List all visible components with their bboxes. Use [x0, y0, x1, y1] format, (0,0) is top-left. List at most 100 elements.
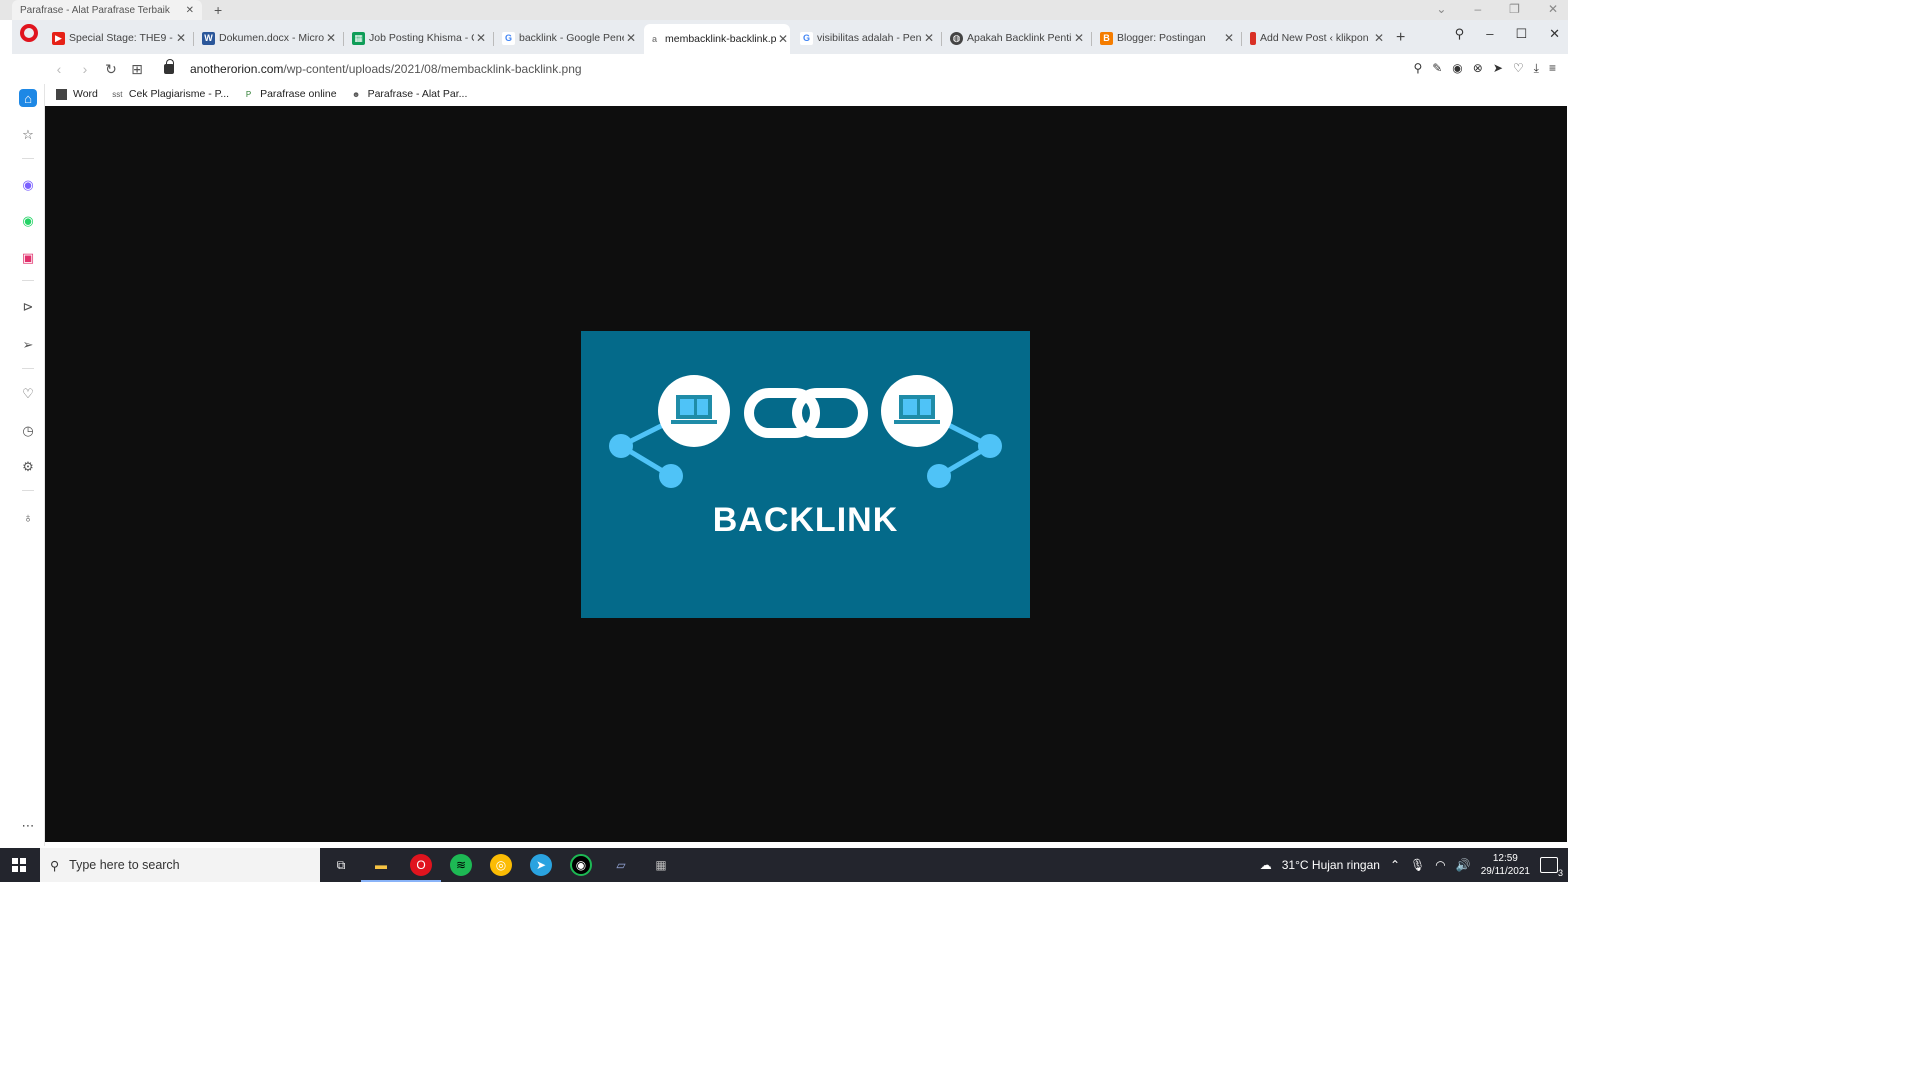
file-explorer-icon[interactable]: ▬ — [361, 854, 401, 882]
tab-sheets[interactable]: ▦ Job Posting Khisma - Go ✕ — [348, 26, 488, 50]
search-icon[interactable]: ⚲ — [1455, 26, 1465, 42]
sst-icon: sst — [112, 89, 123, 99]
close-icon[interactable]: ✕ — [624, 31, 638, 45]
edit-icon[interactable]: ✎ — [1432, 61, 1442, 76]
notepad-icon[interactable]: ▱ — [610, 854, 632, 876]
close-icon[interactable]: ✕ — [1072, 31, 1086, 45]
backlink-image[interactable]: BACKLINK — [581, 331, 1030, 618]
bookmark-label: Parafrase online — [260, 88, 337, 100]
forward-icon[interactable]: › — [72, 61, 98, 77]
new-tab-icon[interactable]: + — [214, 2, 222, 18]
close-icon[interactable]: ✕ — [1372, 31, 1386, 45]
close-icon[interactable]: ✕ — [1549, 26, 1560, 42]
send-icon[interactable]: ➢ — [19, 336, 37, 354]
background-window-strip: Parafrase - Alat Parafrase Terbaik ✕ + ⌄… — [0, 0, 1568, 20]
whatsapp-icon[interactable]: ◉ — [19, 212, 37, 230]
more-icon[interactable]: ⋯ — [19, 817, 37, 835]
background-tab[interactable]: Parafrase - Alat Parafrase Terbaik ✕ — [12, 0, 202, 20]
close-icon[interactable]: ✕ — [1548, 2, 1558, 16]
bookmark-parafrase-online[interactable]: P Parafrase online — [243, 88, 337, 100]
tab-youtube[interactable]: ▶ Special Stage: THE9 - "D ✕ — [48, 26, 188, 50]
tab-bar: ▶ Special Stage: THE9 - "D ✕ W Dokumen.d… — [12, 20, 1568, 54]
bookmarks-bar: Word sst Cek Plagiarisme - P... P Parafras… — [46, 82, 1568, 106]
camera-icon[interactable]: ◉ — [1452, 61, 1462, 76]
tab-google-backlink[interactable]: G backlink - Google Peneli ✕ — [498, 26, 638, 50]
opera-icon[interactable]: O — [401, 854, 441, 882]
speed-dial-icon[interactable]: ⊞ — [124, 61, 150, 78]
close-icon[interactable]: ✕ — [174, 31, 188, 45]
media-player-icon[interactable]: ◉ — [570, 854, 592, 876]
lightbulb-icon[interactable]: ♁ — [19, 508, 37, 526]
tab-word[interactable]: W Dokumen.docx - Micros ✕ — [198, 26, 338, 50]
window-controls: ⚲ – ☐ ✕ — [1455, 26, 1560, 42]
minimize-icon[interactable]: – — [1486, 26, 1493, 42]
tab-blogger[interactable]: B Blogger: Postingan ✕ — [1096, 26, 1236, 50]
tab-google-visibilitas[interactable]: G visibilitas adalah - Penel ✕ — [796, 26, 936, 50]
notification-center-icon[interactable]: 3 — [1540, 857, 1563, 878]
chrome-icon[interactable]: ◎ — [490, 854, 512, 876]
minimize-icon[interactable]: – — [1474, 2, 1481, 16]
heart-icon[interactable]: ♡ — [1513, 61, 1524, 76]
spotify-icon[interactable]: ≋ — [450, 854, 472, 876]
heart-icon[interactable]: ♡ — [19, 385, 37, 403]
settings-icon[interactable]: ⚙ — [19, 458, 37, 476]
bookmark-word[interactable]: Word — [56, 88, 98, 100]
tab-apakah-backlink[interactable]: ◍ Apakah Backlink Pentin ✕ — [946, 26, 1086, 50]
volume-icon[interactable]: 🔊 — [1456, 858, 1471, 872]
chevron-up-icon[interactable]: ⌃ — [1390, 858, 1400, 872]
clock[interactable]: 12:59 29/11/2021 — [1481, 852, 1530, 878]
send-icon[interactable]: ➤ — [1493, 61, 1503, 76]
taskbar-search[interactable]: ⚲ Type here to search — [40, 848, 320, 882]
wifi-icon[interactable]: ◠ — [1435, 858, 1445, 872]
home-icon[interactable]: ⌂ — [19, 89, 37, 107]
windows-start-icon[interactable] — [12, 858, 26, 872]
word-icon: W — [202, 31, 215, 45]
tab-title: Blogger: Postingan — [1117, 32, 1206, 44]
instagram-icon[interactable]: ▣ — [19, 249, 37, 267]
url-path: /wp-content/uploads/2021/08/membacklink-… — [283, 62, 582, 76]
tab-active-image[interactable]: a membacklink-backlink.p ✕ — [644, 24, 790, 54]
tab-add-new-post[interactable]: Add New Post ‹ klikpon ✕ — [1246, 26, 1386, 50]
bookmark-parafrase-alat[interactable]: ☻ Parafrase - Alat Par... — [351, 88, 468, 100]
opera-logo-icon[interactable] — [20, 24, 38, 42]
reload-icon[interactable]: ↻ — [98, 61, 124, 78]
menu-icon[interactable]: ≡ — [1549, 61, 1556, 76]
microphone-icon[interactable]: 🎙 — [1410, 858, 1425, 872]
player-icon[interactable]: ⊳ — [19, 298, 37, 316]
tab-title: backlink - Google Peneli — [519, 32, 624, 44]
back-icon[interactable]: ‹ — [46, 61, 72, 77]
calculator-icon[interactable]: ▦ — [650, 854, 672, 876]
bookmark-label: Cek Plagiarisme - P... — [128, 88, 230, 100]
person-icon: ☻ — [351, 89, 361, 99]
address-bar: ‹ › ↻ ⊞ anotherorion.com/wp-content/uplo… — [46, 54, 1568, 84]
restore-icon[interactable]: ❐ — [1509, 2, 1520, 16]
url-field[interactable]: anotherorion.com/wp-content/uploads/2021… — [190, 62, 582, 76]
new-tab-icon[interactable]: + — [1392, 26, 1412, 50]
image-title: BACKLINK — [712, 501, 899, 539]
blogger-icon: B — [1100, 31, 1113, 45]
messenger-icon[interactable]: ◉ — [19, 176, 37, 194]
close-icon[interactable]: ✕ — [186, 5, 194, 16]
page-icon — [56, 88, 67, 100]
image-viewer: BACKLINK — [45, 106, 1567, 842]
maximize-icon[interactable]: ☐ — [1515, 26, 1527, 42]
close-icon[interactable]: ✕ — [474, 31, 488, 45]
ad-block-icon[interactable]: ⊗ — [1473, 61, 1483, 76]
weather-text[interactable]: 31°C Hujan ringan — [1282, 858, 1380, 872]
close-icon[interactable]: ✕ — [776, 32, 790, 46]
bookmark-cek-plagiarisme[interactable]: sst Cek Plagiarisme - P... — [112, 88, 229, 100]
star-icon[interactable]: ☆ — [19, 126, 37, 144]
tab-title: visibilitas adalah - Penel — [817, 32, 922, 44]
close-icon[interactable]: ✕ — [1222, 31, 1236, 45]
close-icon[interactable]: ✕ — [922, 31, 936, 45]
history-icon[interactable]: ◷ — [19, 422, 37, 440]
telegram-icon[interactable]: ➤ — [530, 854, 552, 876]
download-icon[interactable]: ⤓ — [1534, 61, 1539, 76]
zoom-icon[interactable]: ⚲ — [1413, 61, 1422, 76]
lock-icon[interactable] — [164, 59, 174, 74]
task-view-icon[interactable]: ⧉ — [330, 854, 352, 876]
weather-icon[interactable]: ☁ — [1260, 858, 1272, 872]
close-icon[interactable]: ✕ — [324, 31, 338, 45]
url-domain: anotherorion.com — [190, 62, 284, 76]
chevron-down-icon[interactable]: ⌄ — [1436, 2, 1446, 16]
